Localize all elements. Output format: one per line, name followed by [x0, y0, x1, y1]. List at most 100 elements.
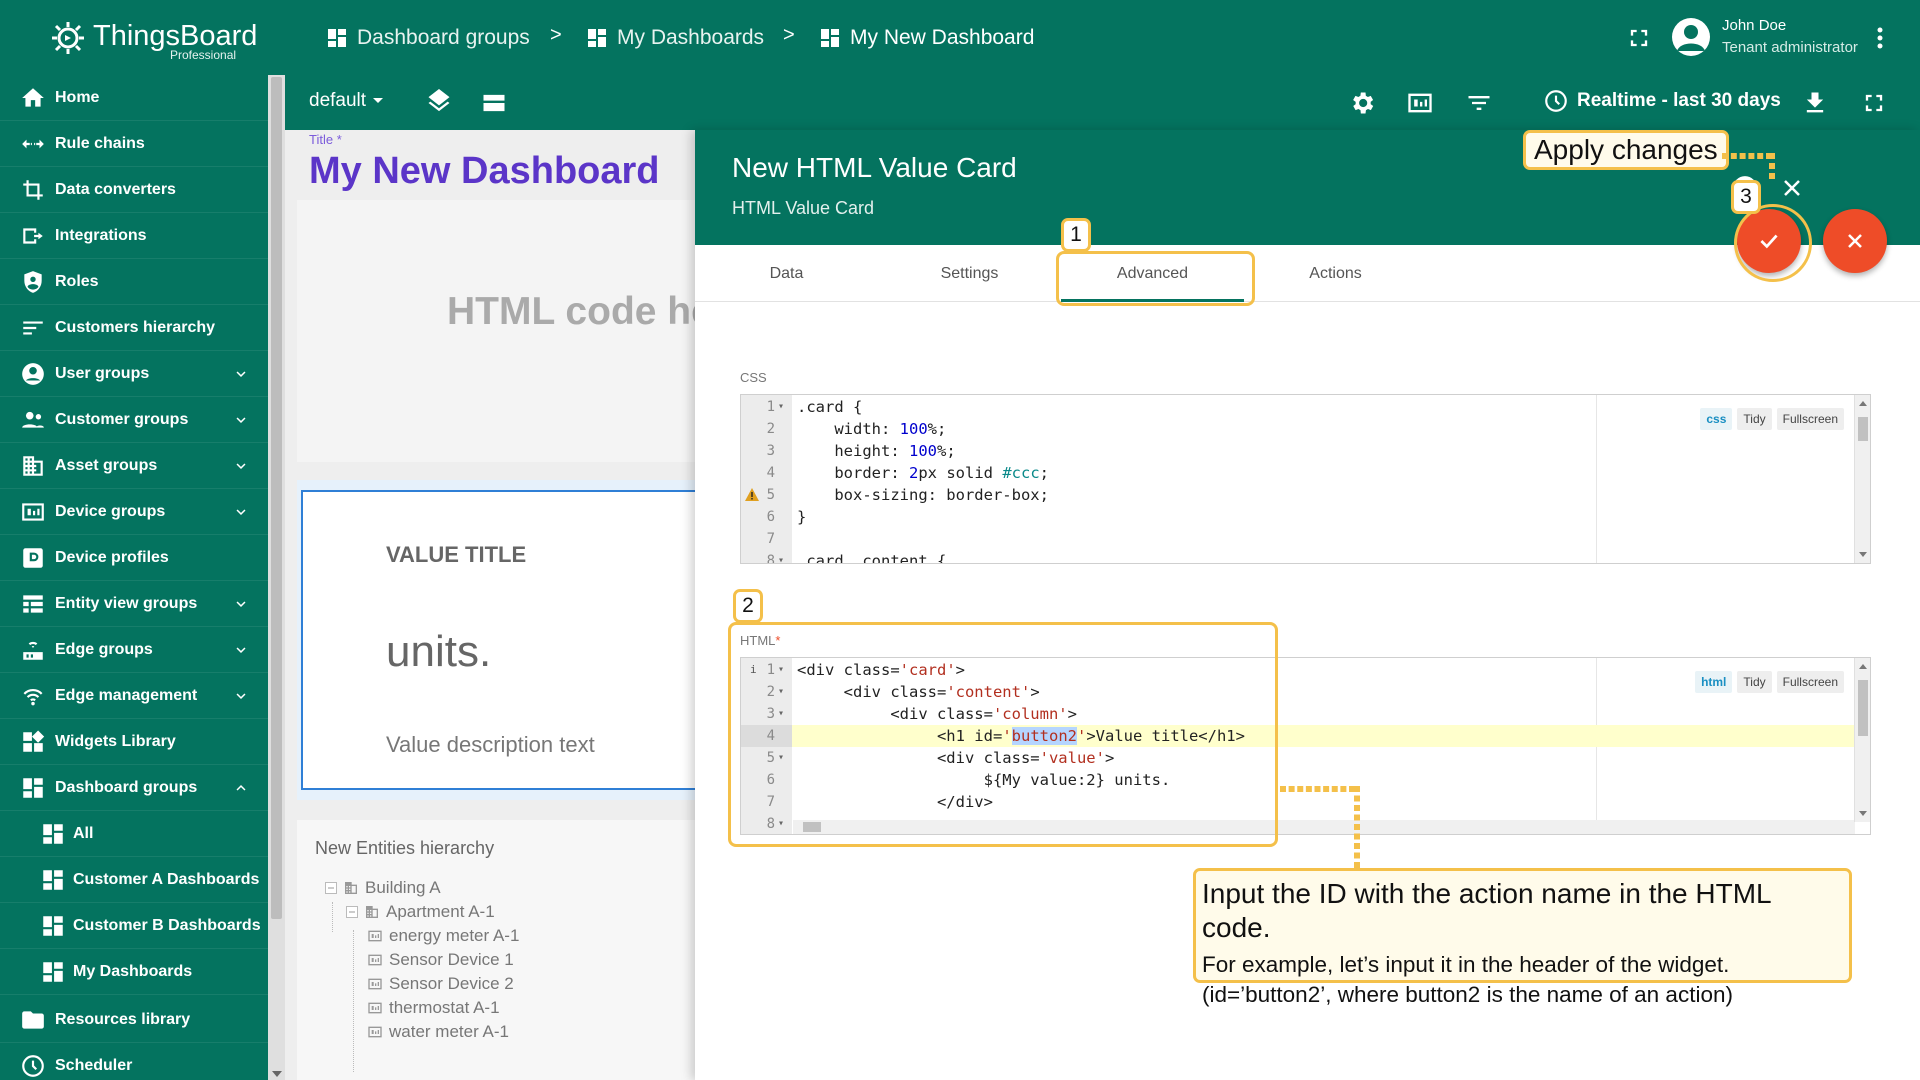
tree-node[interactable]: Building A — [325, 878, 441, 898]
css-editor[interactable]: 1 ▾ .card { 2 width: 100%; 3 height: 100%;… — [740, 394, 1871, 564]
annotation-highlight-apply-button — [1734, 204, 1812, 282]
gear-icon[interactable] — [1348, 89, 1376, 117]
dropdown-arrow-icon — [373, 98, 384, 103]
scroll-up-arrow-icon[interactable] — [1859, 401, 1867, 406]
sidebar-item-customer-groups[interactable]: Customer groups — [0, 397, 268, 443]
scrollbar-thumb[interactable] — [1858, 417, 1868, 441]
sidebar-item-label: Home — [55, 88, 100, 106]
chevron-down-icon[interactable] — [232, 687, 250, 705]
chevron-down-icon[interactable] — [232, 595, 250, 613]
user-name: John Doe — [1722, 17, 1787, 34]
dashboard-title-label: Title * — [309, 132, 342, 147]
sidebar-item-edge-management[interactable]: Edge management — [0, 673, 268, 719]
sidebar-item-widgets-library[interactable]: Widgets Library — [0, 719, 268, 765]
annotation-callout: Input the ID with the action name in the… — [1193, 868, 1852, 1007]
chevron-down-icon[interactable] — [232, 411, 250, 429]
sidebar-item-user-groups[interactable]: User groups — [0, 351, 268, 397]
layout-icon[interactable] — [480, 89, 508, 117]
fullscreen-button[interactable]: Fullscreen — [1776, 671, 1844, 693]
tree-node[interactable]: Sensor Device 1 — [367, 950, 514, 970]
tab-actions[interactable]: Actions — [1244, 245, 1427, 302]
value-card-widget-selected[interactable]: VALUE TITLE units. Value description tex… — [297, 480, 695, 800]
logo[interactable]: ThingsBoard Professional — [48, 14, 257, 64]
avatar[interactable] — [1672, 18, 1710, 56]
sidebar-item-customer-a-dashboards[interactable]: Customer A Dashboards — [0, 857, 268, 903]
sidebar-item-resources-library[interactable]: Resources library — [0, 997, 268, 1043]
tidy-button[interactable]: Tidy — [1737, 671, 1772, 693]
sidebar-item-entity-view-groups[interactable]: Entity view groups — [0, 581, 268, 627]
download-icon[interactable] — [1801, 89, 1829, 117]
tree-node[interactable]: water meter A-1 — [367, 1022, 509, 1042]
sidebar-item-device-groups[interactable]: Device groups — [0, 489, 268, 535]
callout-line-1: For example, let’s input it in the heade… — [1202, 952, 1730, 977]
scroll-down-arrow-icon[interactable] — [1859, 552, 1867, 557]
fullscreen-button[interactable]: Fullscreen — [1776, 408, 1844, 430]
code-line: 8 ▾ .card .content { — [741, 550, 1870, 563]
editor-scrollbar[interactable] — [1854, 395, 1870, 563]
sidebar-item-label: Entity view groups — [55, 594, 198, 612]
panel-subtitle: HTML Value Card — [732, 198, 875, 218]
sidebar-item-device-profiles[interactable]: Device profiles — [0, 535, 268, 581]
sidebar-item-my-dashboards[interactable]: My Dashboards — [0, 949, 268, 995]
device-icon — [22, 502, 44, 521]
breadcrumb-separator: > — [550, 24, 562, 46]
editor-scrollbar[interactable] — [1854, 658, 1870, 822]
tree-node[interactable]: Apartment A-1 — [346, 902, 495, 922]
sidebar-item-customers-hierarchy[interactable]: Customers hierarchy — [0, 305, 268, 351]
breadcrumb-dashboard-groups[interactable]: Dashboard groups — [325, 22, 530, 54]
tidy-button[interactable]: Tidy — [1737, 408, 1772, 430]
scroll-down-arrow-icon[interactable] — [1859, 811, 1867, 816]
value-card-description: Value description text — [386, 732, 595, 757]
scroll-up-arrow-icon[interactable] — [1859, 664, 1867, 669]
sidebar-item-label: Data converters — [55, 180, 176, 198]
widgets-icon — [23, 730, 45, 752]
breadcrumb-label: Dashboard groups — [357, 26, 530, 49]
dashboard-canvas: Title * My New Dashboard HTML code he VA… — [285, 130, 695, 1080]
sidebar-item-all[interactable]: All — [0, 811, 268, 857]
filter-icon[interactable] — [1465, 89, 1493, 117]
layers-icon[interactable] — [425, 89, 453, 117]
scroll-down-arrow-icon[interactable] — [272, 1071, 282, 1077]
sidebar-item-data-converters[interactable]: Data converters — [0, 167, 268, 213]
close-icon[interactable] — [1780, 176, 1804, 200]
chevron-down-icon[interactable] — [232, 365, 250, 383]
edge-icon — [23, 641, 43, 660]
scrollbar-thumb[interactable] — [1858, 680, 1868, 736]
chevron-up-icon[interactable] — [232, 779, 250, 797]
tree-node[interactable]: Sensor Device 2 — [367, 974, 514, 994]
clock-icon — [22, 1054, 44, 1077]
tree-node[interactable]: thermostat A-1 — [367, 998, 500, 1018]
sidebar-item-customer-b-dashboards[interactable]: Customer B Dashboards — [0, 903, 268, 949]
state-select[interactable]: default — [309, 90, 384, 112]
sidebar-item-rule-chains[interactable]: Rule chains — [0, 121, 268, 167]
chevron-down-icon[interactable] — [232, 641, 250, 659]
sidebar-item-edge-groups[interactable]: Edge groups — [0, 627, 268, 673]
fullscreen-icon[interactable] — [1860, 89, 1888, 117]
more-vert-icon[interactable] — [1870, 24, 1890, 52]
sidebar-item-dashboard-groups[interactable]: Dashboard groups — [0, 765, 268, 811]
tab-settings[interactable]: Settings — [878, 245, 1061, 302]
tree-node[interactable]: energy meter A-1 — [367, 926, 519, 946]
annotation-step-3-badge: 3 — [1731, 180, 1761, 214]
scrollbar-thumb[interactable] — [271, 77, 282, 919]
dashboard-toolbar: default Realtime - last 30 days — [285, 75, 1920, 130]
collapse-icon[interactable] — [346, 906, 358, 918]
sidebar-item-integrations[interactable]: Integrations — [0, 213, 268, 259]
chevron-down-icon[interactable] — [232, 503, 250, 521]
sidebar-item-asset-groups[interactable]: Asset groups — [0, 443, 268, 489]
breadcrumb-my-dashboards[interactable]: My Dashboards — [585, 22, 764, 54]
sidebar-item-roles[interactable]: Roles — [0, 259, 268, 305]
sidebar-scrollbar[interactable] — [268, 75, 285, 1080]
html-card-widget[interactable]: HTML code he — [297, 200, 695, 462]
dashboard-title[interactable]: My New Dashboard — [309, 150, 660, 193]
chevron-down-icon[interactable] — [232, 457, 250, 475]
fullscreen-icon[interactable] — [1625, 24, 1653, 52]
sidebar-item-home[interactable]: Home — [0, 75, 268, 121]
entity-aliases-icon[interactable] — [1406, 89, 1434, 117]
sidebar: Home Rule chains Data converters Integra… — [0, 75, 268, 1080]
tab-data[interactable]: Data — [695, 245, 878, 302]
dashboard-grid-icon — [23, 777, 43, 798]
timewindow-button[interactable]: Realtime - last 30 days — [1543, 88, 1781, 114]
sidebar-item-scheduler[interactable]: Scheduler — [0, 1043, 268, 1080]
collapse-icon[interactable] — [325, 882, 337, 894]
